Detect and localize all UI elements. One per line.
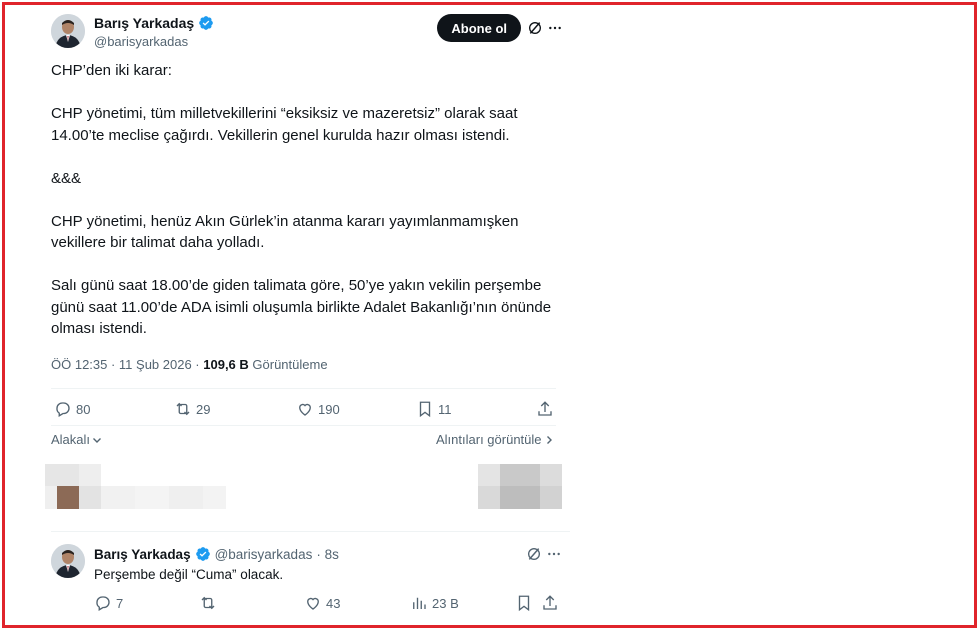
like-button[interactable]: 190 bbox=[296, 400, 340, 418]
reply-actions: 7 43 23 B bbox=[94, 594, 559, 614]
bookmark-icon bbox=[419, 401, 431, 418]
verified-badge-icon bbox=[199, 16, 213, 30]
verified-badge-icon bbox=[195, 547, 210, 561]
grok-icon[interactable] bbox=[526, 546, 542, 562]
like-count: 190 bbox=[318, 401, 340, 417]
views-chart-icon bbox=[413, 597, 426, 609]
reply-author-handle[interactable]: @barisyarkadas bbox=[215, 547, 313, 562]
grok-icon[interactable] bbox=[527, 20, 543, 36]
avatar[interactable] bbox=[51, 14, 85, 48]
related-dropdown[interactable]: Alakalı bbox=[51, 432, 102, 447]
repost-button[interactable] bbox=[199, 594, 221, 612]
reply-icon bbox=[56, 402, 70, 417]
chevron-down-icon bbox=[93, 437, 102, 443]
view-quotes-link[interactable]: Alıntıları görüntüle bbox=[436, 432, 554, 447]
more-options-icon[interactable] bbox=[546, 546, 562, 562]
bookmark-count: 11 bbox=[438, 401, 452, 417]
repost-button[interactable]: 29 bbox=[174, 400, 210, 418]
views-label: Görüntüleme bbox=[248, 357, 328, 372]
views-button[interactable]: 23 B bbox=[410, 594, 459, 612]
tweet-meta: ÖÖ 12:35 · 11 Şub 2026 · 109,6 B Görüntü… bbox=[51, 357, 328, 372]
reply-count: 80 bbox=[76, 401, 91, 417]
share-icon bbox=[543, 595, 557, 610]
views-count: 109,6 B bbox=[203, 357, 249, 372]
share-button[interactable] bbox=[541, 594, 559, 612]
bookmark-button[interactable]: 11 bbox=[416, 400, 452, 418]
author-display-name[interactable]: Barış Yarkadaş bbox=[94, 15, 194, 31]
repost-count: 29 bbox=[196, 401, 211, 417]
bookmark-icon bbox=[518, 595, 530, 612]
reply-author-row[interactable]: Barış Yarkadaş @barisyarkadas · 8s bbox=[94, 546, 339, 562]
divider bbox=[51, 425, 556, 426]
more-options-icon[interactable] bbox=[547, 20, 563, 36]
author-name-row[interactable]: Barış Yarkadaş bbox=[94, 15, 214, 31]
share-button[interactable] bbox=[536, 400, 554, 418]
view-quotes-label: Alıntıları görüntüle bbox=[436, 432, 542, 447]
reply-text: Perşembe değil “Cuma” olacak. bbox=[94, 567, 284, 582]
chevron-right-icon bbox=[546, 435, 552, 444]
heart-icon bbox=[299, 403, 311, 416]
author-handle[interactable]: @barisyarkadas bbox=[94, 34, 188, 49]
related-label: Alakalı bbox=[51, 432, 91, 447]
blurred-content bbox=[45, 464, 226, 509]
reply-button[interactable]: 80 bbox=[54, 400, 90, 418]
heart-icon bbox=[307, 597, 319, 610]
blurred-content bbox=[478, 464, 562, 509]
repost-icon bbox=[176, 402, 190, 416]
tweet-header: Barış Yarkadaş @barisyarkadas Abone ol bbox=[51, 12, 563, 52]
like-button[interactable]: 43 bbox=[304, 594, 340, 612]
reply-author-name[interactable]: Barış Yarkadaş bbox=[94, 547, 191, 562]
subscribe-button[interactable]: Abone ol bbox=[437, 14, 521, 42]
tweet-actions: 80 29 190 11 bbox=[54, 400, 556, 422]
like-count: 43 bbox=[326, 595, 341, 611]
tweet-timestamp[interactable]: ÖÖ 12:35 · 11 Şub 2026 · bbox=[51, 357, 203, 372]
reply-tweet: Barış Yarkadaş @barisyarkadas · 8s Perşe… bbox=[36, 532, 570, 622]
divider bbox=[51, 388, 556, 389]
reply-icon bbox=[96, 596, 110, 611]
share-icon bbox=[538, 401, 552, 416]
avatar[interactable] bbox=[51, 544, 85, 578]
tweet-body: CHP’den iki karar: CHP yönetimi, tüm mil… bbox=[51, 62, 552, 337]
views-count: 23 B bbox=[432, 595, 459, 611]
reply-time[interactable]: · 8s bbox=[316, 547, 339, 562]
repost-icon bbox=[201, 596, 215, 610]
bookmark-button[interactable] bbox=[515, 594, 533, 612]
reply-button[interactable]: 7 bbox=[94, 594, 123, 612]
reply-count: 7 bbox=[116, 595, 124, 611]
